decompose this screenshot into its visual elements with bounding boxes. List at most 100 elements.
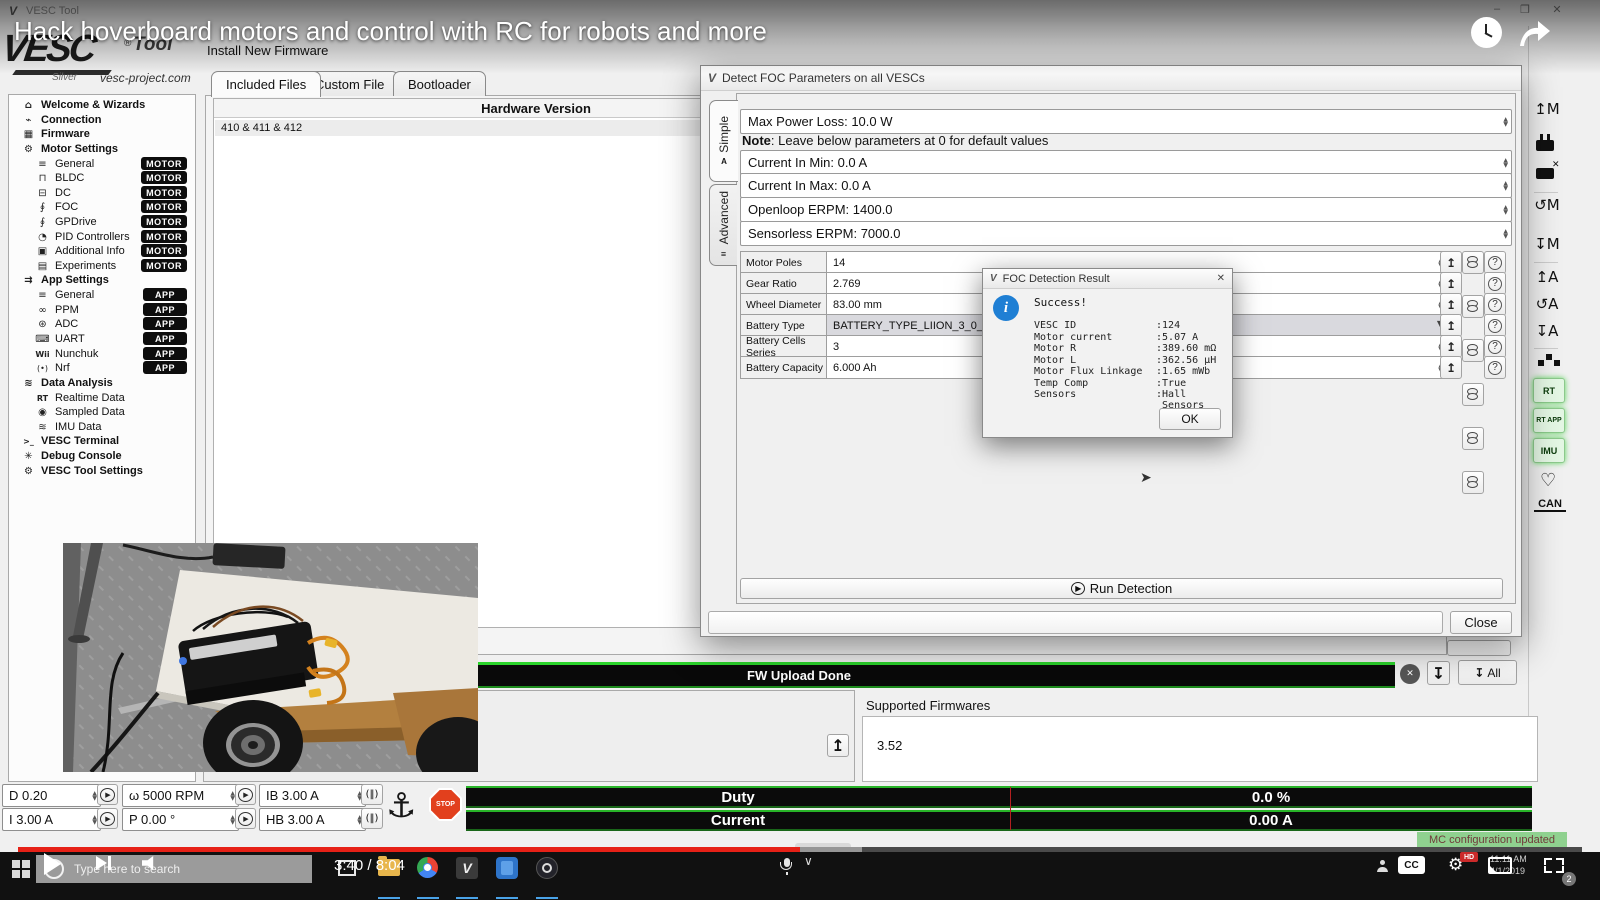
tab-advanced[interactable]: Advanced ≡ [709,184,737,266]
dialog-titlebar[interactable]: V Detect FOC Parameters on all VESCs [701,66,1521,91]
tab-bootloader[interactable]: Bootloader [393,71,486,96]
taskbar-search-box[interactable]: Type here to search [36,855,312,883]
write-param-button[interactable] [1440,314,1462,337]
sidebar-item-uart[interactable]: ⌨UARTAPP [35,332,187,346]
can-forward-toggle[interactable]: CAN [1534,498,1566,512]
config-store-button[interactable] [1462,383,1484,406]
write-param-button[interactable] [1440,272,1462,295]
coil-icon-button[interactable]: (‖) [361,808,383,829]
upload-app-config-button[interactable]: ↥A [1532,268,1562,286]
captions-button[interactable]: CC [1398,856,1425,874]
help-button[interactable] [1484,314,1506,337]
sidebar-item-additional-info[interactable]: ▣Additional InfoMOTOR [35,244,187,258]
upload-motor-config-button[interactable]: ↥M [1532,100,1562,118]
sidebar-item-vesc-tool-settings[interactable]: ⚙VESC Tool Settings [21,464,187,478]
popup-titlebar[interactable]: V FOC Detection Result [983,269,1232,289]
spinner-arrows[interactable] [1503,222,1508,245]
write-param-button[interactable] [1440,356,1462,379]
obs-icon[interactable] [536,857,558,879]
share-icon[interactable] [1516,18,1554,48]
fullscreen-icon[interactable] [1544,858,1564,873]
openloop-erpm-field[interactable]: Openloop ERPM: 1400.0 [740,197,1512,222]
sidebar-item-dc[interactable]: ⊟DCMOTOR [35,186,187,200]
chevron-down-icon[interactable]: ∨ [804,854,813,868]
sidebar-item-pid-controllers[interactable]: ◔PID ControllersMOTOR [35,230,187,244]
refresh-app-config-button[interactable]: ↺A [1532,295,1562,313]
chrome-icon[interactable] [417,857,438,878]
imu-data-toggle[interactable]: IMU [1533,438,1565,463]
hidden-button[interactable] [1447,640,1511,656]
sidebar-item-imu-data[interactable]: ≋IMU Data [35,420,187,434]
write-param-button[interactable] [1440,335,1462,358]
stop-button[interactable]: STOP [429,788,462,821]
sidebar-item-debug-console[interactable]: ✳Debug Console [21,449,187,463]
rpm-setpoint-spinner[interactable]: ω 5000 RPM [122,784,239,807]
write-param-button[interactable] [1440,251,1462,274]
start-button[interactable] [12,860,30,878]
config-store-button[interactable] [1462,471,1484,494]
sidebar-item-data-analysis[interactable]: ≋Data Analysis [21,376,187,390]
connect-icon[interactable] [1536,140,1554,151]
sidebar-item-nunchuk[interactable]: WiiNunchukAPP [35,347,187,361]
config-store-button[interactable] [1462,251,1484,274]
current-in-min-field[interactable]: Current In Min: 0.0 A [740,150,1512,175]
refresh-motor-config-button[interactable]: ↺M [1532,196,1562,214]
download-all-button[interactable]: ↧All [1458,660,1517,685]
play-button[interactable] [44,853,61,875]
help-button[interactable] [1484,293,1506,316]
sidebar-item-bldc[interactable]: ⊓BLDCMOTOR [35,171,187,185]
maximize-button[interactable]: ❐ [1516,3,1534,16]
download-motor-config-button[interactable]: ↧M [1532,235,1562,253]
sidebar-item-sampled-data[interactable]: ◉Sampled Data [35,405,187,419]
autoplay-user-icon[interactable] [1377,860,1389,872]
duty-setpoint-spinner[interactable]: D 0.20 [2,784,101,807]
coil-icon-button[interactable]: (‖) [361,784,383,805]
sidebar-item-adc[interactable]: ⊛ADCAPP [35,317,187,331]
help-button[interactable] [1484,356,1506,379]
sidebar-item-app-settings[interactable]: ⇉App Settings [21,273,187,287]
sidebar-item-foc[interactable]: ∮FOCMOTOR [35,200,187,214]
sidebar-item-realtime-data[interactable]: RTRealtime Data [35,391,187,405]
sidebar-item-motor-settings[interactable]: ⚙Motor Settings [21,142,187,156]
config-store-button[interactable] [1462,427,1484,450]
sidebar-item-nrf[interactable]: (•)NrfAPP [35,361,187,375]
sidebar-item-motor-general[interactable]: ≡GeneralMOTOR [35,157,187,171]
run-duty-button[interactable] [97,784,118,805]
close-window-button[interactable]: ✕ [1548,3,1566,16]
run-rpm-button[interactable] [235,784,256,805]
cast-icon[interactable] [1488,857,1512,874]
seek-bar[interactable] [18,847,1582,852]
realtime-app-toggle[interactable]: RT APP [1533,408,1565,433]
max-power-loss-field[interactable]: Max Power Loss: 10.0 W [740,109,1512,134]
help-button[interactable] [1484,251,1506,274]
config-store-button[interactable] [1462,339,1484,362]
anchor-icon[interactable]: ⚓ [386,786,416,826]
tab-included-files[interactable]: Included Files [211,71,321,97]
close-popup-icon[interactable]: ✕ [1217,273,1225,284]
blue-app-icon[interactable] [496,857,518,879]
watch-later-icon[interactable] [1471,17,1502,48]
current-setpoint-spinner[interactable]: I 3.00 A [2,808,101,831]
minimize-button[interactable]: – [1488,3,1506,15]
sidebar-item-experiments[interactable]: ▤ExperimentsMOTOR [35,259,187,273]
run-position-button[interactable] [235,808,256,829]
download-firmware-button[interactable]: ↧ [1427,661,1450,685]
mic-icon[interactable] [784,858,790,867]
current-in-max-field[interactable]: Current In Max: 0.0 A [740,173,1512,198]
sidebar-item-firmware[interactable]: ▦Firmware [21,127,187,141]
vesc-tool-taskbar-icon[interactable]: V [456,857,478,879]
write-param-button[interactable] [1440,293,1462,316]
position-setpoint-spinner[interactable]: P 0.00 ° [122,808,239,831]
sidebar-item-ppm[interactable]: ∞PPMAPP [35,303,187,317]
tab-simple[interactable]: Simple A [709,100,738,182]
config-store-button[interactable] [1462,295,1484,318]
ok-button[interactable]: OK [1159,408,1221,430]
sidebar-item-vesc-terminal[interactable]: >_VESC Terminal [21,434,187,448]
sidebar-item-welcome-wizards[interactable]: ⌂Welcome & Wizards [21,98,187,112]
realtime-data-toggle[interactable]: RT [1533,378,1565,403]
sidebar-item-gpdrive[interactable]: ∮GPDriveMOTOR [35,215,187,229]
cancel-upload-icon[interactable]: ✕ [1400,664,1420,684]
heart-icon[interactable]: ♡ [1540,470,1556,491]
video-title[interactable]: Hack hoverboard motors and control with … [14,16,767,47]
help-button[interactable] [1484,335,1506,358]
